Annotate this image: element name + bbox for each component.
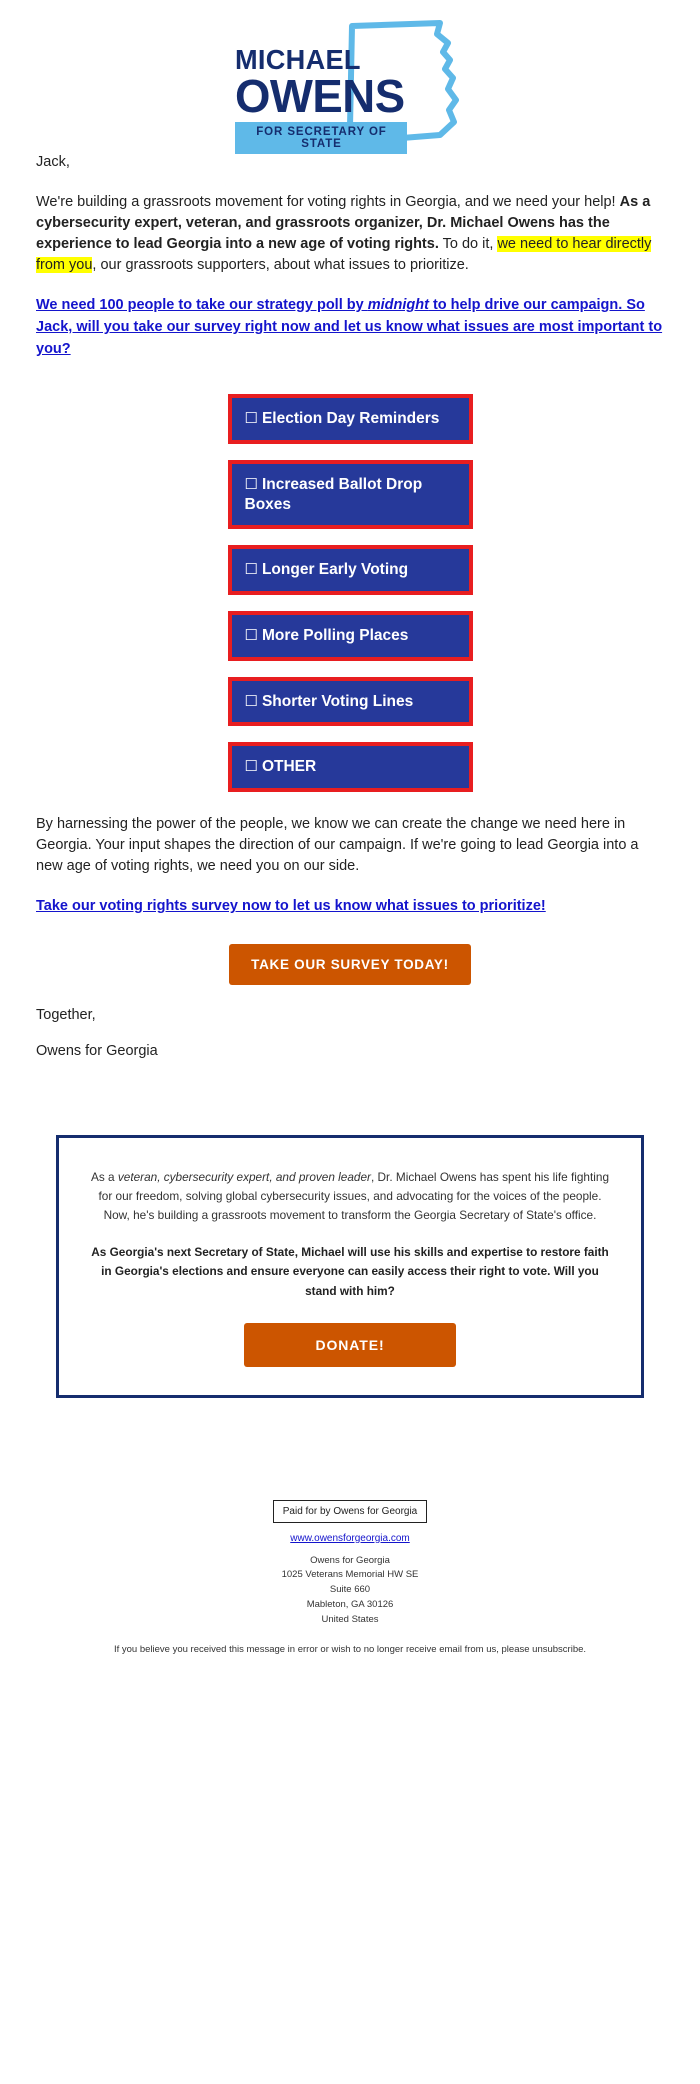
unsub-prefix: If you believe you received this message… <box>113 1644 533 1656</box>
campaign-logo: MICHAEL OWENS FOR SECRETARY OF STATE <box>235 14 465 154</box>
donate-button-wrap: DONATE! <box>85 1322 615 1367</box>
mailing-address: Owens for Georgia 1025 Veterans Memorial… <box>40 1554 660 1628</box>
survey-option-shorter-voting-lines[interactable]: ☐ Shorter Voting Lines <box>227 676 473 727</box>
logo-wordmark: MICHAEL OWENS FOR SECRETARY OF STATE <box>235 46 407 154</box>
checkbox-icon: ☐ <box>244 758 258 776</box>
survey-cta-wrap: TAKE OUR SURVEY TODAY! <box>36 936 664 1007</box>
sign-off-line-2: Owens for Georgia <box>36 1042 158 1059</box>
intro-seg-1: We're building a grassroots movement for… <box>36 194 620 210</box>
address-line-5: United States <box>321 1613 379 1625</box>
strategy-poll-link[interactable]: We need 100 people to take our strategy … <box>36 295 664 360</box>
email-page: MICHAEL OWENS FOR SECRETARY OF STATE Jac… <box>0 0 700 1698</box>
email-footer: Paid for by Owens for Georgia www.owensf… <box>0 1434 700 1698</box>
checkbox-icon: ☐ <box>244 626 258 644</box>
donate-pitch-paragraph: As Georgia's next Secretary of State, Mi… <box>91 1245 609 1298</box>
sign-off-line-1: Together, <box>36 1006 96 1023</box>
take-survey-button[interactable]: TAKE OUR SURVEY TODAY! <box>229 943 471 985</box>
survey-options-list: ☐ Election Day Reminders ☐ Increased Ballo… <box>36 378 664 814</box>
survey-option-more-polling-places[interactable]: ☐ More Polling Places <box>227 610 473 661</box>
survey-option-election-day-reminders[interactable]: ☐ Election Day Reminders <box>227 394 473 445</box>
survey-option-label: Election Day Reminders <box>261 410 440 428</box>
survey-option-label: Increased Ballot Drop Boxes <box>244 476 423 513</box>
paid-for-disclaimer: Paid for by Owens for Georgia <box>272 1499 428 1523</box>
closing-paragraph: By harnessing the power of the people, w… <box>36 816 639 875</box>
checkbox-icon: ☐ <box>244 561 258 579</box>
intro-seg-3: To do it, <box>438 236 498 253</box>
intro-paragraph: We're building a grassroots movement for… <box>36 192 664 276</box>
logo-tagline-banner: FOR SECRETARY OF STATE <box>235 121 407 154</box>
poll-link-seg-1: We need 100 people to take our strategy … <box>36 297 368 314</box>
address-line-3: Suite 660 <box>329 1584 371 1596</box>
checkbox-icon: ☐ <box>244 410 258 428</box>
donate-bio-paragraph: As a veteran, cybersecurity expert, and … <box>85 1168 615 1225</box>
donate-box: As a veteran, cybersecurity expert, and … <box>56 1134 644 1398</box>
address-line-4: Mableton, GA 30126 <box>306 1598 394 1610</box>
survey-link-secondary[interactable]: Take our voting rights survey now to let… <box>36 896 664 918</box>
logo-last-name: OWENS <box>235 70 405 122</box>
greeting-text: Jack, <box>36 154 70 170</box>
checkbox-icon: ☐ <box>244 476 258 494</box>
intro-seg-5: , our grassroots supporters, about what … <box>92 257 469 274</box>
survey-option-label: OTHER <box>261 758 317 776</box>
donate-section: As a veteran, cybersecurity expert, and … <box>0 1079 700 1398</box>
survey-option-increased-ballot-drop-boxes[interactable]: ☐ Increased Ballot Drop Boxes <box>227 460 473 530</box>
address-line-1: Owens for Georgia <box>310 1554 390 1566</box>
donate-bio-seg-1: As a <box>90 1169 118 1184</box>
checkbox-icon: ☐ <box>244 692 258 710</box>
survey-option-label: Shorter Voting Lines <box>261 692 414 710</box>
email-header: MICHAEL OWENS FOR SECRETARY OF STATE <box>0 0 700 154</box>
email-body: Jack, We're building a grassroots moveme… <box>0 154 700 1059</box>
address-line-2: 1025 Veterans Memorial HW SE <box>281 1569 419 1581</box>
unsubscribe-text: If you believe you received this message… <box>40 1643 660 1658</box>
donate-bio-italic: veteran, cybersecurity expert, and prove… <box>117 1169 371 1184</box>
unsubscribe-link[interactable]: unsubscribe <box>532 1644 583 1655</box>
survey-option-longer-early-voting[interactable]: ☐ Longer Early Voting <box>227 545 473 595</box>
donate-button[interactable]: DONATE! <box>244 1322 456 1367</box>
survey-option-label: More Polling Places <box>261 626 409 644</box>
poll-link-italic: midnight <box>367 297 429 314</box>
survey-option-other[interactable]: ☐ OTHER <box>227 742 473 793</box>
website-link[interactable]: www.owensforgeorgia.com <box>40 1533 660 1544</box>
unsub-suffix: . <box>583 1644 587 1656</box>
survey-option-label: Longer Early Voting <box>261 561 409 579</box>
